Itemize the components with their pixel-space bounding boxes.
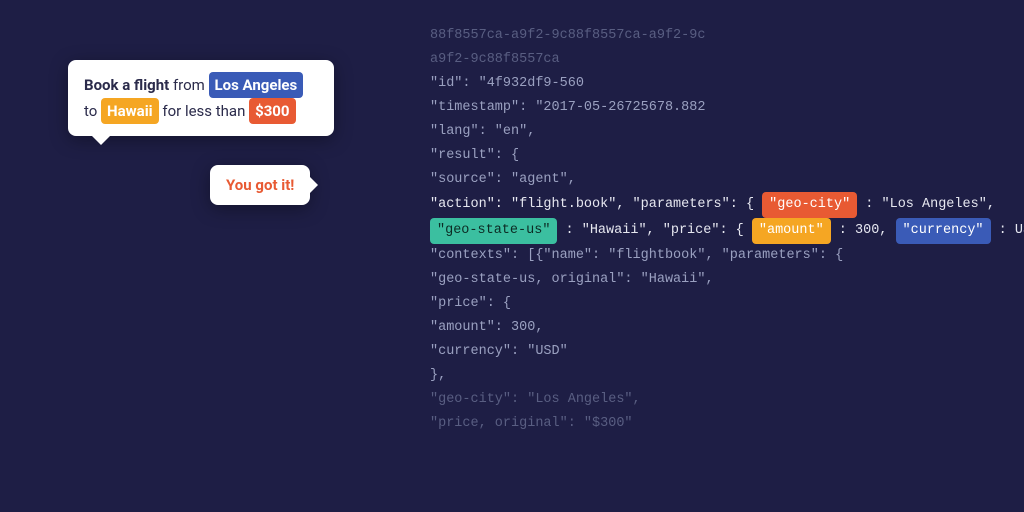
user-text: from [169,76,208,94]
code-line: "geo-state-us, original": "Hawaii", [430,268,1024,292]
code-line: "source": "agent", [430,168,1024,192]
tag-geo-state-us: "geo-state-us" [430,218,557,244]
code-line: "amount": 300, [430,316,1024,340]
code-line: "currency": "USD" [430,340,1024,364]
code-line: "result": { [430,144,1024,168]
code-line: }, [430,364,1024,388]
code-line: "lang": "en", [430,120,1024,144]
tag-geo-city: "geo-city" [762,192,857,218]
chip-price: $300 [249,98,295,124]
chat-bubble-user: Book a flight from Los Angeles to Hawaii… [68,60,334,136]
code-line: "price, original": "$300" [430,412,1024,436]
code-line: "timestamp": "2017-05-26725678.882 [430,96,1024,120]
code-line: "contexts": [{"name": "flightbook", "par… [430,244,1024,268]
user-text: to [84,102,101,120]
code-text: : 300, [839,223,896,238]
user-text-bold: Book a flight [84,76,169,94]
chip-los-angeles: Los Angeles [209,72,304,98]
code-text: : "Los Angeles", [865,197,995,212]
tag-currency: "currency" [896,218,991,244]
code-text: "action": "flight.book", "parameters": { [430,197,754,212]
bot-reply: You got it! [226,176,294,194]
chat-bubble-bot: You got it! [210,165,310,205]
chip-hawaii: Hawaii [101,98,159,124]
code-text: : "Hawaii", "price": { [566,223,744,238]
user-text: for less than [159,102,249,120]
code-line: "action": "flight.book", "parameters": {… [430,192,1024,218]
code-line: "id": "4f932df9-560 [430,72,1024,96]
code-line: "geo-city": "Los Angeles", [430,388,1024,412]
code-text: : USD}, [999,223,1024,238]
code-line: "geo-state-us" : "Hawaii", "price": { "a… [430,218,1024,244]
code-line: a9f2-9c88f8557ca [430,48,1024,72]
code-line: 88f8557ca-a9f2-9c88f8557ca-a9f2-9c [430,24,1024,48]
tag-amount: "amount" [752,218,831,244]
code-line: "price": { [430,292,1024,316]
json-output: 88f8557ca-a9f2-9c88f8557ca-a9f2-9c a9f2-… [430,24,1024,436]
